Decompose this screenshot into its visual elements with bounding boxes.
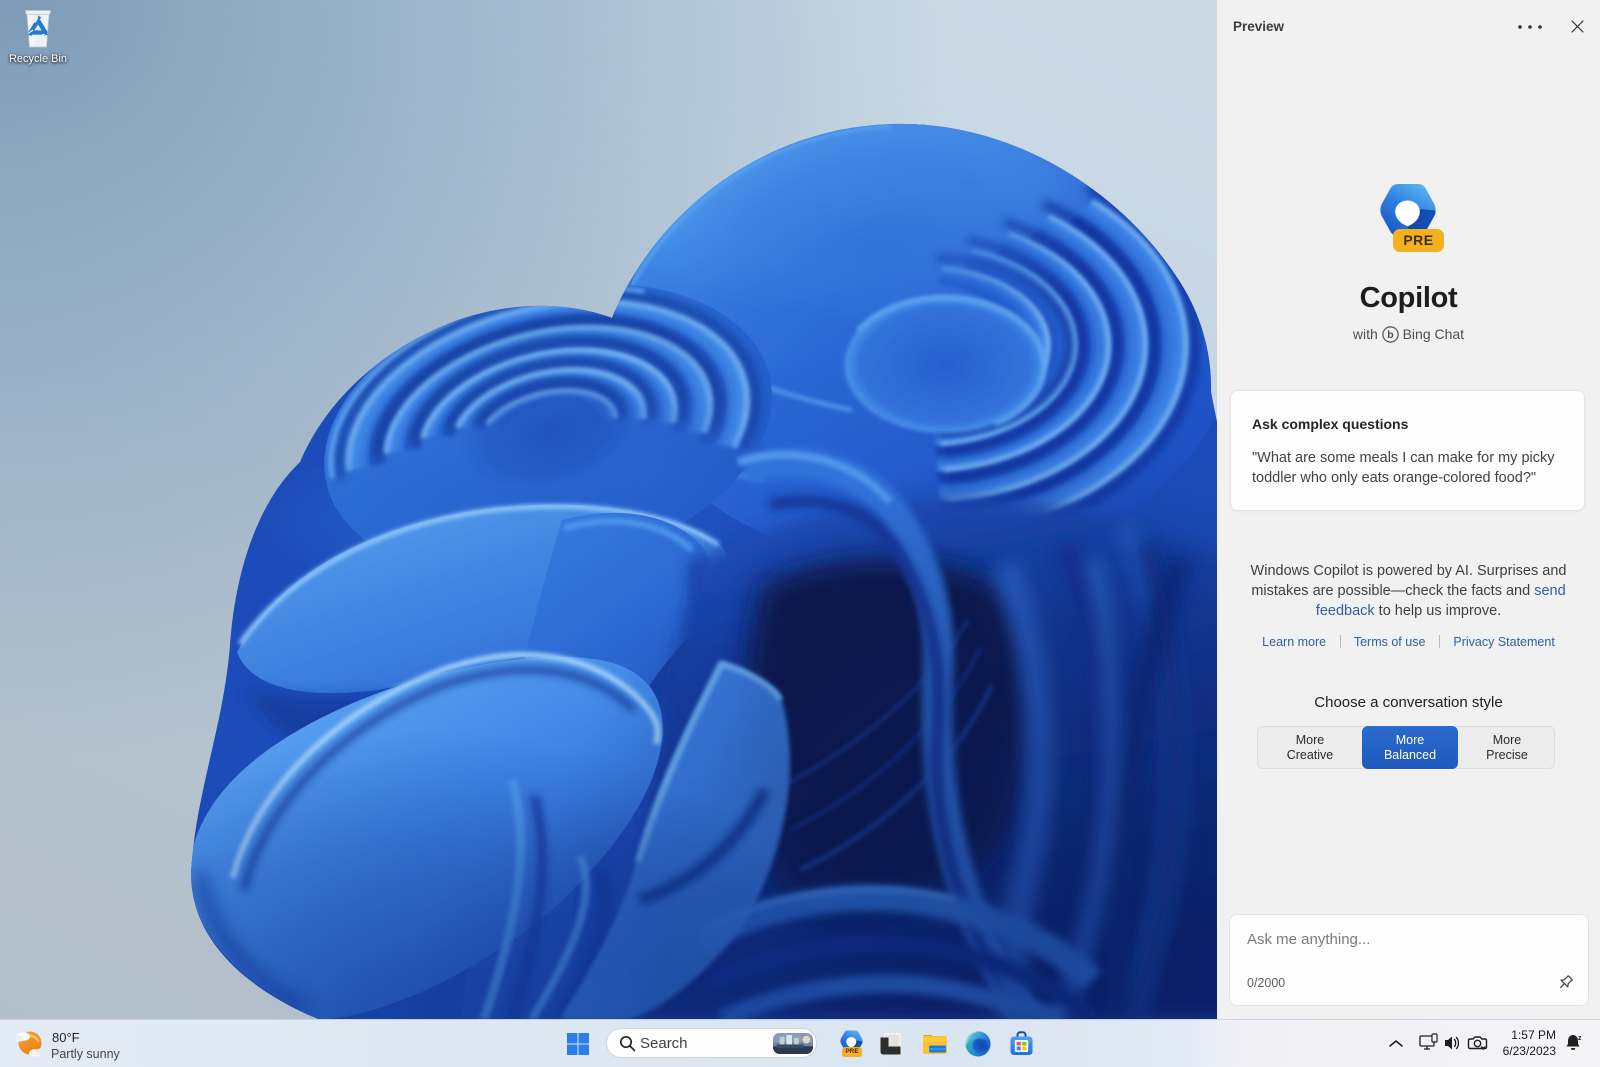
svg-text:z: z [1578,1035,1582,1042]
svg-text:b: b [1387,329,1393,341]
